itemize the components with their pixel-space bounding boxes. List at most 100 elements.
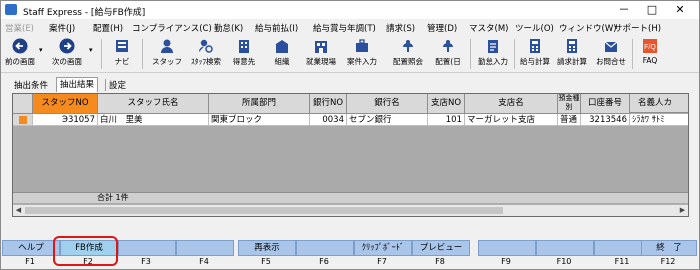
worksite-button[interactable]: 就業現場	[301, 37, 341, 71]
cell-department[interactable]: 関東ブロック	[209, 114, 310, 126]
f8-preview-button[interactable]: プレビュー	[412, 240, 470, 256]
menu-kyuyo-shoyo-nencho[interactable]: 給与賞与年調(T)	[313, 22, 376, 34]
menu-eigyo[interactable]: 営業(E)	[5, 22, 34, 34]
f6-button[interactable]	[296, 240, 354, 256]
toolbar-separator	[470, 39, 471, 69]
f10-key-label: F10	[556, 257, 572, 266]
billing-calc-button[interactable]: 請求計算	[554, 37, 590, 71]
column-header-bank-no[interactable]: 銀行NO	[310, 94, 347, 114]
f10-button[interactable]	[536, 240, 594, 256]
f7-clipboard-button[interactable]: ｸﾘｯﾌﾟﾎﾞｰﾄﾞ	[354, 240, 412, 256]
total-count: 合計 1件	[97, 193, 129, 202]
cell-holder-kana[interactable]: ｼﾗｶﾜ ｻﾄﾐ	[630, 114, 688, 126]
organization-button[interactable]: 組織	[265, 37, 299, 71]
tab-extract-results[interactable]: 抽出結果	[56, 77, 99, 92]
title-bar: Staff Express - [給与FB作成] － □ ✕	[1, 1, 699, 19]
attendance-entry-button[interactable]: 勤怠入力	[474, 37, 512, 71]
cell-bank-name[interactable]: セブン銀行	[347, 114, 428, 126]
forward-label: 次の画面	[52, 57, 82, 66]
menu-seikyu[interactable]: 請求(S)	[386, 22, 415, 34]
scroll-right-icon[interactable]: ▶	[677, 205, 688, 216]
staff-button[interactable]: スタッフ	[149, 37, 185, 71]
back-dropdown-icon[interactable]: ▾	[39, 46, 43, 54]
forward-button[interactable]: 次の画面	[49, 37, 85, 71]
staff-search-button[interactable]: ｽﾀｯﾌ検索	[187, 37, 225, 71]
cell-branch-name[interactable]: マーガレット支店	[465, 114, 558, 126]
scroll-left-icon[interactable]: ◀	[13, 205, 24, 216]
menu-tools[interactable]: ツール(O)	[515, 22, 554, 34]
cell-branch-no[interactable]: 101	[428, 114, 465, 126]
back-button[interactable]: 前の画面	[3, 37, 37, 71]
results-grid[interactable]: スタッフNO スタッフ氏名 所属部門 銀行NO 銀行名 支店NO 支店名 預金種…	[12, 93, 689, 217]
tab-extract-conditions[interactable]: 抽出条件	[11, 79, 51, 91]
payroll-calc-label: 給与計算	[520, 57, 550, 66]
f8-key-label: F8	[435, 257, 445, 266]
organization-label: 組織	[274, 57, 290, 66]
menu-kintai[interactable]: 勤怠(K)	[214, 22, 243, 34]
placement-daily-label: 配置(日	[435, 57, 461, 66]
faq-label: FAQ	[642, 56, 658, 65]
customer-button[interactable]: 得意先	[227, 37, 261, 71]
svg-text:F/Q: F/Q	[644, 44, 656, 51]
billing-calc-icon	[567, 39, 577, 53]
f12-exit-button[interactable]: 終 了	[641, 240, 697, 256]
menu-master[interactable]: マスタ(M)	[469, 22, 508, 34]
maximize-button[interactable]: □	[641, 3, 663, 17]
horizontal-scrollbar[interactable]: ◀ ▶	[13, 204, 688, 216]
inquiry-icon	[604, 41, 618, 52]
f4-button[interactable]	[176, 240, 234, 256]
f1-help-button[interactable]: ヘルプ	[2, 240, 60, 256]
menu-window[interactable]: ウィンドウ(W)	[559, 22, 617, 34]
column-header-deposit-type[interactable]: 預金種別	[558, 94, 581, 114]
row-indicator[interactable]	[13, 114, 33, 126]
column-header-branch-no[interactable]: 支店NO	[428, 94, 465, 114]
total-row: 合計 1件	[13, 192, 688, 203]
inquiry-label: お問合せ	[596, 57, 626, 66]
faq-button[interactable]: F/Q FAQ	[635, 37, 665, 71]
f9-key-label: F9	[501, 257, 511, 266]
column-header-branch-name[interactable]: 支店名	[465, 94, 558, 114]
column-header-bank-name[interactable]: 銀行名	[347, 94, 428, 114]
close-button[interactable]: ✕	[669, 3, 691, 17]
staff-search-icon	[199, 39, 213, 53]
row-header-corner	[13, 94, 33, 114]
menu-anken[interactable]: 案件(J)	[49, 22, 75, 34]
navi-label: ナビ	[114, 57, 130, 66]
column-header-staff-no[interactable]: スタッフNO	[33, 94, 98, 114]
inquiry-button[interactable]: お問合せ	[593, 37, 629, 71]
minimize-button[interactable]: －	[613, 3, 635, 17]
toolbar-separator	[101, 39, 102, 69]
column-header-holder-kana[interactable]: 名義人カ	[630, 94, 688, 113]
f6-key-label: F6	[319, 257, 329, 266]
menu-compliance[interactable]: コンプライアンス(C)	[132, 22, 212, 34]
placement-inquiry-button[interactable]: 配置照会	[389, 37, 427, 71]
scrollbar-thumb[interactable]	[25, 207, 503, 214]
f12-key-label: F12	[660, 257, 676, 266]
cell-staff-no[interactable]: Э31057	[33, 114, 98, 126]
cell-bank-no[interactable]: 0034	[310, 114, 347, 126]
f3-button[interactable]	[118, 240, 176, 256]
payroll-calc-button[interactable]: 給与計算	[517, 37, 553, 71]
f5-refresh-button[interactable]: 再表示	[238, 240, 296, 256]
current-row-arrow-icon	[19, 116, 27, 124]
cell-staff-name[interactable]: 白川 里美	[98, 114, 209, 126]
app-icon	[5, 4, 17, 15]
placement-daily-button[interactable]: 配置(日	[429, 37, 467, 71]
menu-kanri[interactable]: 管理(D)	[427, 22, 457, 34]
case-entry-button[interactable]: 案件入力	[343, 37, 381, 71]
placement-daily-icon	[443, 40, 453, 52]
menu-bar: 営業(E) 案件(J) 配置(H) コンプライアンス(C) 勤怠(K) 給与前払…	[1, 20, 699, 36]
menu-haichi[interactable]: 配置(H)	[93, 22, 123, 34]
cell-deposit-type[interactable]: 普通	[558, 114, 581, 126]
column-header-account-no[interactable]: 口座番号	[581, 94, 630, 114]
column-header-department[interactable]: 所属部門	[209, 94, 310, 114]
navi-icon	[116, 40, 128, 52]
tab-settings[interactable]: 設定	[105, 79, 129, 91]
cell-account-no[interactable]: 3213546	[581, 114, 630, 126]
menu-kyuyo-maebarai[interactable]: 給与前払(I)	[255, 22, 298, 34]
forward-dropdown-icon[interactable]: ▾	[89, 46, 93, 54]
menu-support[interactable]: サポート(H)	[614, 22, 661, 34]
f9-button[interactable]	[478, 240, 536, 256]
column-header-staff-name[interactable]: スタッフ氏名	[98, 94, 209, 114]
navi-button[interactable]: ナビ	[107, 37, 137, 71]
